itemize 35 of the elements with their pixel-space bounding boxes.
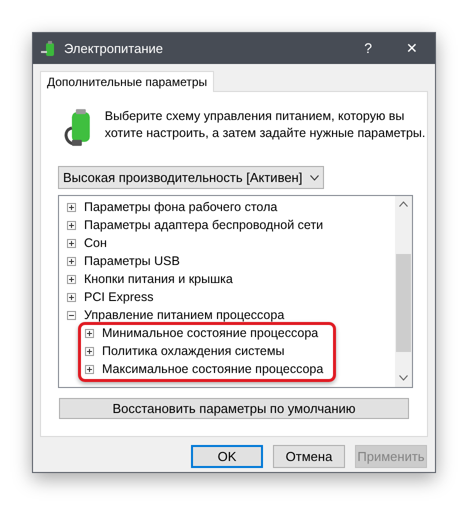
collapse-icon[interactable] bbox=[67, 310, 76, 320]
expand-icon[interactable] bbox=[67, 238, 76, 248]
scroll-up-icon bbox=[399, 201, 408, 207]
dialog-button[interactable]: OK bbox=[191, 445, 263, 468]
expand-icon[interactable] bbox=[85, 364, 94, 374]
tree-item[interactable]: PCI Express bbox=[84, 288, 154, 306]
expand-icon[interactable] bbox=[67, 274, 76, 284]
tree-item[interactable]: Минимальное состояние процессора bbox=[102, 324, 318, 342]
intro-text: Выберите схему управления питанием, которую вы хотите настроить, а затем задайте нужные параметры. bbox=[104, 108, 426, 142]
tree-item[interactable]: Управление питанием процессора bbox=[84, 306, 284, 324]
tree-item[interactable]: Политика охлаждения системы bbox=[102, 342, 284, 360]
dialog-button[interactable]: Отмена bbox=[273, 445, 345, 468]
tab[interactable]: Дополнительные параметры bbox=[40, 71, 214, 92]
restore-defaults-button[interactable]: Восстановить параметры по умолчанию bbox=[59, 398, 409, 419]
tree-item[interactable]: Кнопки питания и крышка bbox=[84, 270, 233, 288]
expand-icon[interactable] bbox=[85, 328, 94, 338]
window-title: Электропитание bbox=[64, 40, 163, 58]
scroll-thumb[interactable] bbox=[396, 254, 411, 352]
plan-dropdown[interactable]: Высокая производительность [Активен] bbox=[58, 166, 324, 189]
tree-item[interactable]: Параметры USB bbox=[84, 252, 180, 270]
scrollbar[interactable] bbox=[395, 196, 412, 387]
scroll-down-icon bbox=[399, 375, 408, 381]
close-button[interactable]: ✕ bbox=[406, 38, 418, 59]
expand-icon[interactable] bbox=[67, 220, 76, 230]
tree-item[interactable]: Максимальное состояние процессора bbox=[102, 360, 324, 378]
help-button[interactable]: ? bbox=[364, 38, 372, 59]
expand-icon[interactable] bbox=[67, 202, 76, 212]
tree-item[interactable]: Сон bbox=[84, 234, 107, 252]
expand-icon[interactable] bbox=[85, 346, 94, 356]
expand-icon[interactable] bbox=[67, 256, 76, 266]
dropdown-value: Высокая производительность [Активен] bbox=[63, 168, 302, 187]
tree-item[interactable]: Параметры фона рабочего стола bbox=[84, 198, 278, 216]
chevron-down-icon bbox=[310, 174, 320, 180]
tree-item[interactable]: Параметры адаптера беспроводной сети bbox=[84, 216, 324, 234]
expand-icon[interactable] bbox=[67, 292, 76, 302]
